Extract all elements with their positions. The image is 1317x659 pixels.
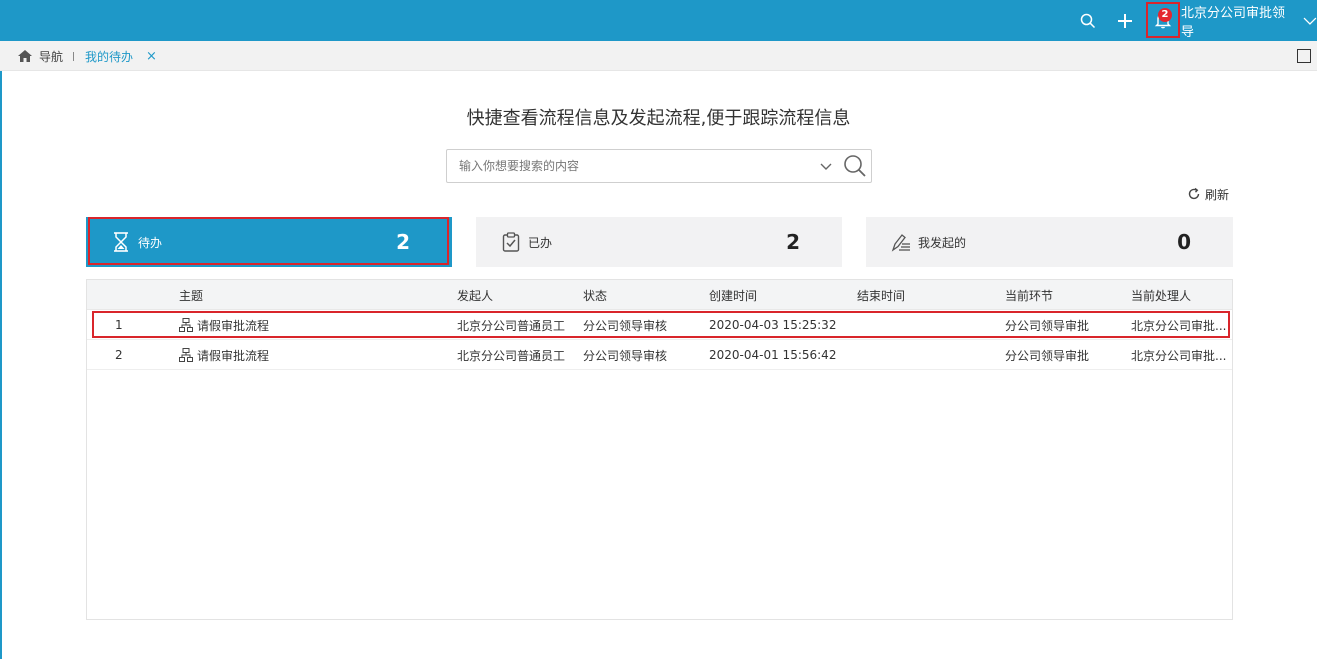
table-header: 主题 发起人 状态 创建时间 结束时间 当前环节 当前处理人	[87, 280, 1232, 310]
row-current-node: 分公司领导审批	[1005, 348, 1090, 363]
chevron-down-icon	[1303, 17, 1317, 25]
search-input[interactable]	[459, 150, 799, 182]
clipboard-check-icon	[502, 232, 520, 252]
divider	[73, 52, 74, 61]
card-done[interactable]: 已办 2	[476, 217, 842, 267]
header-subject[interactable]: 主题	[179, 280, 449, 310]
row-created-time: 2020-04-03 15:25:32	[709, 318, 837, 332]
row-current-handler: 北京分公司审批...	[1131, 318, 1227, 333]
header-status[interactable]: 状态	[583, 280, 703, 310]
left-edge-accent	[0, 71, 2, 659]
nav-home[interactable]: 导航	[17, 41, 63, 71]
row-subject-text: 请假审批流程	[197, 318, 270, 333]
page-headline: 快捷查看流程信息及发起流程,便于跟踪流程信息	[466, 108, 851, 129]
card-started[interactable]: 我发起的 0	[866, 217, 1233, 267]
edit-list-icon	[891, 234, 910, 252]
user-name: 北京分公司审批领导	[1181, 5, 1286, 40]
close-icon[interactable]: ×	[146, 41, 157, 71]
row-index: 1	[115, 318, 123, 332]
refresh-button[interactable]: 刷新	[1187, 185, 1229, 203]
row-index: 2	[115, 348, 123, 362]
card-done-label: 已办	[528, 235, 553, 250]
home-icon	[18, 50, 32, 62]
search-icon[interactable]	[843, 154, 867, 178]
header-end-time[interactable]: 结束时间	[857, 280, 997, 310]
refresh-icon	[1188, 187, 1200, 200]
row-status: 分公司领导审核	[583, 348, 668, 363]
card-started-label: 我发起的	[918, 235, 967, 250]
refresh-label: 刷新	[1205, 187, 1230, 202]
row-subject[interactable]: 请假审批流程	[179, 310, 449, 340]
card-todo-count: 2	[396, 230, 410, 254]
workflow-icon	[179, 348, 193, 362]
card-todo-label: 待办	[138, 235, 163, 250]
search-icon[interactable]	[1077, 0, 1099, 41]
tabs-bar: 导航 我的待办 ×	[0, 41, 1317, 71]
header-created-time[interactable]: 创建时间	[709, 280, 849, 310]
table-row[interactable]: 2 请假审批流程 北京分公司普通员工 分公司领导审核 2020-04-01 15…	[87, 340, 1232, 370]
row-current-node: 分公司领导审批	[1005, 318, 1090, 333]
row-end-time	[857, 310, 997, 340]
row-status: 分公司领导审核	[583, 318, 668, 333]
row-subject-text: 请假审批流程	[197, 348, 270, 363]
hourglass-icon	[114, 232, 128, 252]
tab-my-todo[interactable]: 我的待办	[85, 41, 133, 71]
plus-icon[interactable]	[1113, 0, 1137, 41]
user-menu[interactable]: 北京分公司审批领导	[1181, 0, 1317, 41]
card-done-count: 2	[786, 230, 800, 254]
card-started-count: 0	[1177, 230, 1191, 254]
row-end-time	[857, 340, 997, 370]
header-current-handler[interactable]: 当前处理人	[1131, 280, 1229, 310]
header-initiator[interactable]: 发起人	[457, 280, 577, 310]
header-current-node[interactable]: 当前环节	[1005, 280, 1125, 310]
top-bar: 2 北京分公司审批领导	[0, 0, 1317, 41]
row-initiator: 北京分公司普通员工	[457, 348, 566, 363]
maximize-icon[interactable]	[1297, 49, 1311, 63]
table-row[interactable]: 1 请假审批流程 北京分公司普通员工 分公司领导审核 2020-04-03 15…	[87, 310, 1232, 340]
todo-table: 主题 发起人 状态 创建时间 结束时间 当前环节 当前处理人 1 请假审批流程 …	[86, 279, 1233, 620]
row-subject[interactable]: 请假审批流程	[179, 340, 449, 370]
nav-home-label: 导航	[39, 49, 64, 64]
card-todo[interactable]: 待办 2	[86, 217, 452, 267]
row-created-time: 2020-04-01 15:56:42	[709, 348, 837, 362]
notification-badge: 2	[1158, 8, 1172, 22]
workflow-icon	[179, 318, 193, 332]
search-box	[446, 149, 872, 183]
chevron-down-icon[interactable]	[819, 157, 833, 175]
row-current-handler: 北京分公司审批...	[1131, 348, 1227, 363]
notification-button[interactable]: 2	[1146, 2, 1180, 38]
row-initiator: 北京分公司普通员工	[457, 318, 566, 333]
